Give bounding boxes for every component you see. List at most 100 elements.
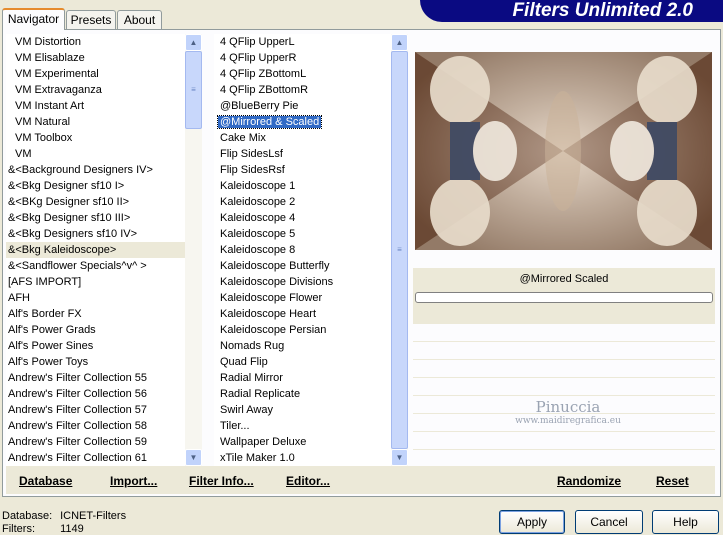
filter-item[interactable]: Kaleidoscope 4 xyxy=(214,210,391,226)
filter-item[interactable]: 4 QFlip UpperR xyxy=(214,50,391,66)
category-item[interactable]: Andrew's Filter Collection 58 xyxy=(6,418,185,434)
preview-artwork xyxy=(415,52,712,250)
category-item[interactable]: Andrew's Filter Collection 55 xyxy=(6,370,185,386)
filter-info-button[interactable]: Filter Info... xyxy=(189,474,254,488)
filter-item-label: Kaleidoscope Flower xyxy=(220,292,323,304)
cancel-button[interactable]: Cancel xyxy=(575,510,643,534)
category-item[interactable]: VM Instant Art xyxy=(6,98,185,114)
scroll-thumb[interactable]: ≡ xyxy=(391,51,408,449)
import-button[interactable]: Import... xyxy=(110,474,157,488)
category-item[interactable]: VM Toolbox xyxy=(6,130,185,146)
filter-item-label: Radial Mirror xyxy=(220,372,283,384)
watermark-url: www.maidiregrafica.eu xyxy=(515,416,621,426)
filter-item[interactable]: Kaleidoscope Flower xyxy=(214,290,391,306)
filter-item-label: Kaleidoscope Persian xyxy=(220,324,327,336)
filter-item[interactable]: Kaleidoscope 2 xyxy=(214,194,391,210)
watermark-name: Pinuccia xyxy=(535,398,601,416)
filter-item[interactable]: Wallpaper Deluxe xyxy=(214,434,391,450)
filter-item-label: 4 QFlip UpperR xyxy=(220,52,297,64)
selected-filter-name: @Mirrored Scaled xyxy=(519,273,609,285)
preview-image xyxy=(415,52,712,250)
watermark: Pinuccia www.maidiregrafica.eu xyxy=(503,398,633,426)
filter-item-label: 4 QFlip ZBottomL xyxy=(220,68,307,80)
filter-item[interactable]: Kaleidoscope Butterfly xyxy=(214,258,391,274)
filter-item[interactable]: Kaleidoscope Divisions xyxy=(214,274,391,290)
parameter-area xyxy=(413,324,715,466)
category-item[interactable]: &<BKg Designer sf10 II> xyxy=(6,194,185,210)
filter-item-label: @BlueBerry Pie xyxy=(220,100,299,112)
filter-item[interactable]: 4 QFlip UpperL xyxy=(214,34,391,50)
filter-item-label: @Mirrored & Scaled xyxy=(216,115,323,129)
filter-item[interactable]: Flip SidesLsf xyxy=(214,146,391,162)
reset-button[interactable]: Reset xyxy=(656,474,689,488)
category-item[interactable]: Andrew's Filter Collection 61 xyxy=(6,450,185,466)
editor-button[interactable]: Editor... xyxy=(286,474,330,488)
category-item[interactable]: &<Bkg Kaleidoscope> xyxy=(6,242,185,258)
apply-button[interactable]: Apply xyxy=(499,510,565,534)
scroll-down-icon[interactable]: ▼ xyxy=(185,449,202,466)
randomize-button[interactable]: Randomize xyxy=(557,474,621,488)
category-item[interactable]: Alf's Power Toys xyxy=(6,354,185,370)
category-item[interactable]: VM Experimental xyxy=(6,66,185,82)
database-button[interactable]: Database xyxy=(19,474,72,488)
tab-navigator[interactable]: Navigator xyxy=(2,8,65,30)
filter-item[interactable]: 4 QFlip ZBottomR xyxy=(214,82,391,98)
filter-item[interactable]: Kaleidoscope Heart xyxy=(214,306,391,322)
category-list[interactable]: VM Distortion VM Elisablaze VM Experimenta… xyxy=(6,34,202,466)
filter-item[interactable]: Radial Mirror xyxy=(214,370,391,386)
filter-item[interactable]: Radial Replicate xyxy=(214,386,391,402)
filter-item-label: Swirl Away xyxy=(220,404,273,416)
filter-item[interactable]: xTile Maker 1.0 xyxy=(214,450,391,466)
filter-item[interactable]: Tiler... xyxy=(214,418,391,434)
category-item[interactable]: VM Natural xyxy=(6,114,185,130)
category-item[interactable]: VM Distortion xyxy=(6,34,185,50)
filter-item-label: Kaleidoscope Divisions xyxy=(220,276,334,288)
filter-item[interactable]: @Mirrored & Scaled xyxy=(214,114,391,130)
filter-item[interactable]: Kaleidoscope Persian xyxy=(214,322,391,338)
tab-presets[interactable]: Presets xyxy=(66,10,116,30)
category-item[interactable]: &<Bkg Designer sf10 III> xyxy=(6,210,185,226)
category-item[interactable]: &<Sandflower Specials^v^ > xyxy=(6,258,185,274)
filter-scrollbar[interactable]: ▲ ≡ ▼ xyxy=(391,34,408,466)
category-item[interactable]: &<Background Designers IV> xyxy=(6,162,185,178)
filter-item[interactable]: Cake Mix xyxy=(214,130,391,146)
filter-item[interactable]: Quad Flip xyxy=(214,354,391,370)
category-item[interactable]: Andrew's Filter Collection 57 xyxy=(6,402,185,418)
category-item[interactable]: &<Bkg Designers sf10 IV> xyxy=(6,226,185,242)
tab-about[interactable]: About xyxy=(117,10,162,30)
category-item[interactable]: VM xyxy=(6,146,185,162)
scroll-down-icon[interactable]: ▼ xyxy=(391,449,408,466)
filter-item[interactable]: 4 QFlip ZBottomL xyxy=(214,66,391,82)
filter-item-label: Tiler... xyxy=(220,420,250,432)
filter-item-label: Cake Mix xyxy=(220,132,266,144)
filter-item[interactable]: Kaleidoscope 8 xyxy=(214,242,391,258)
filter-list-items: 4 QFlip UpperL 4 QFlip UpperR 4 QFlip ZBot… xyxy=(214,34,391,466)
help-button[interactable]: Help xyxy=(652,510,719,534)
category-item[interactable]: VM Extravaganza xyxy=(6,82,185,98)
category-scrollbar[interactable]: ▲ ≡ ▼ xyxy=(185,34,202,466)
filter-item[interactable]: Kaleidoscope 1 xyxy=(214,178,391,194)
category-item[interactable]: AFH xyxy=(6,290,185,306)
app-title-banner: Filters Unlimited 2.0 xyxy=(420,0,723,22)
category-item[interactable]: &<Bkg Designer sf10 I> xyxy=(6,178,185,194)
category-item[interactable]: [AFS IMPORT] xyxy=(6,274,185,290)
filter-list[interactable]: 4 QFlip UpperL 4 QFlip UpperR 4 QFlip ZBot… xyxy=(214,34,408,466)
category-item[interactable]: Alf's Power Grads xyxy=(6,322,185,338)
filter-item[interactable]: Kaleidoscope 5 xyxy=(214,226,391,242)
filter-item-label: 4 QFlip UpperL xyxy=(220,36,295,48)
scroll-up-icon[interactable]: ▲ xyxy=(391,34,408,51)
category-item[interactable]: Andrew's Filter Collection 59 xyxy=(6,434,185,450)
category-item[interactable]: Andrew's Filter Collection 56 xyxy=(6,386,185,402)
category-list-items: VM Distortion VM Elisablaze VM Experimenta… xyxy=(6,34,185,466)
scroll-thumb[interactable]: ≡ xyxy=(185,51,202,129)
category-item[interactable]: VM Elisablaze xyxy=(6,50,185,66)
filter-item[interactable]: Flip SidesRsf xyxy=(214,162,391,178)
category-item[interactable]: Alf's Power Sines xyxy=(6,338,185,354)
filter-item[interactable]: Swirl Away xyxy=(214,402,391,418)
filter-item[interactable]: Nomads Rug xyxy=(214,338,391,354)
filter-item[interactable]: @BlueBerry Pie xyxy=(214,98,391,114)
database-value: ICNET-Filters xyxy=(60,510,127,522)
scroll-up-icon[interactable]: ▲ xyxy=(185,34,202,51)
filter-item-label: Kaleidoscope Butterfly xyxy=(220,260,330,272)
category-item[interactable]: Alf's Border FX xyxy=(6,306,185,322)
